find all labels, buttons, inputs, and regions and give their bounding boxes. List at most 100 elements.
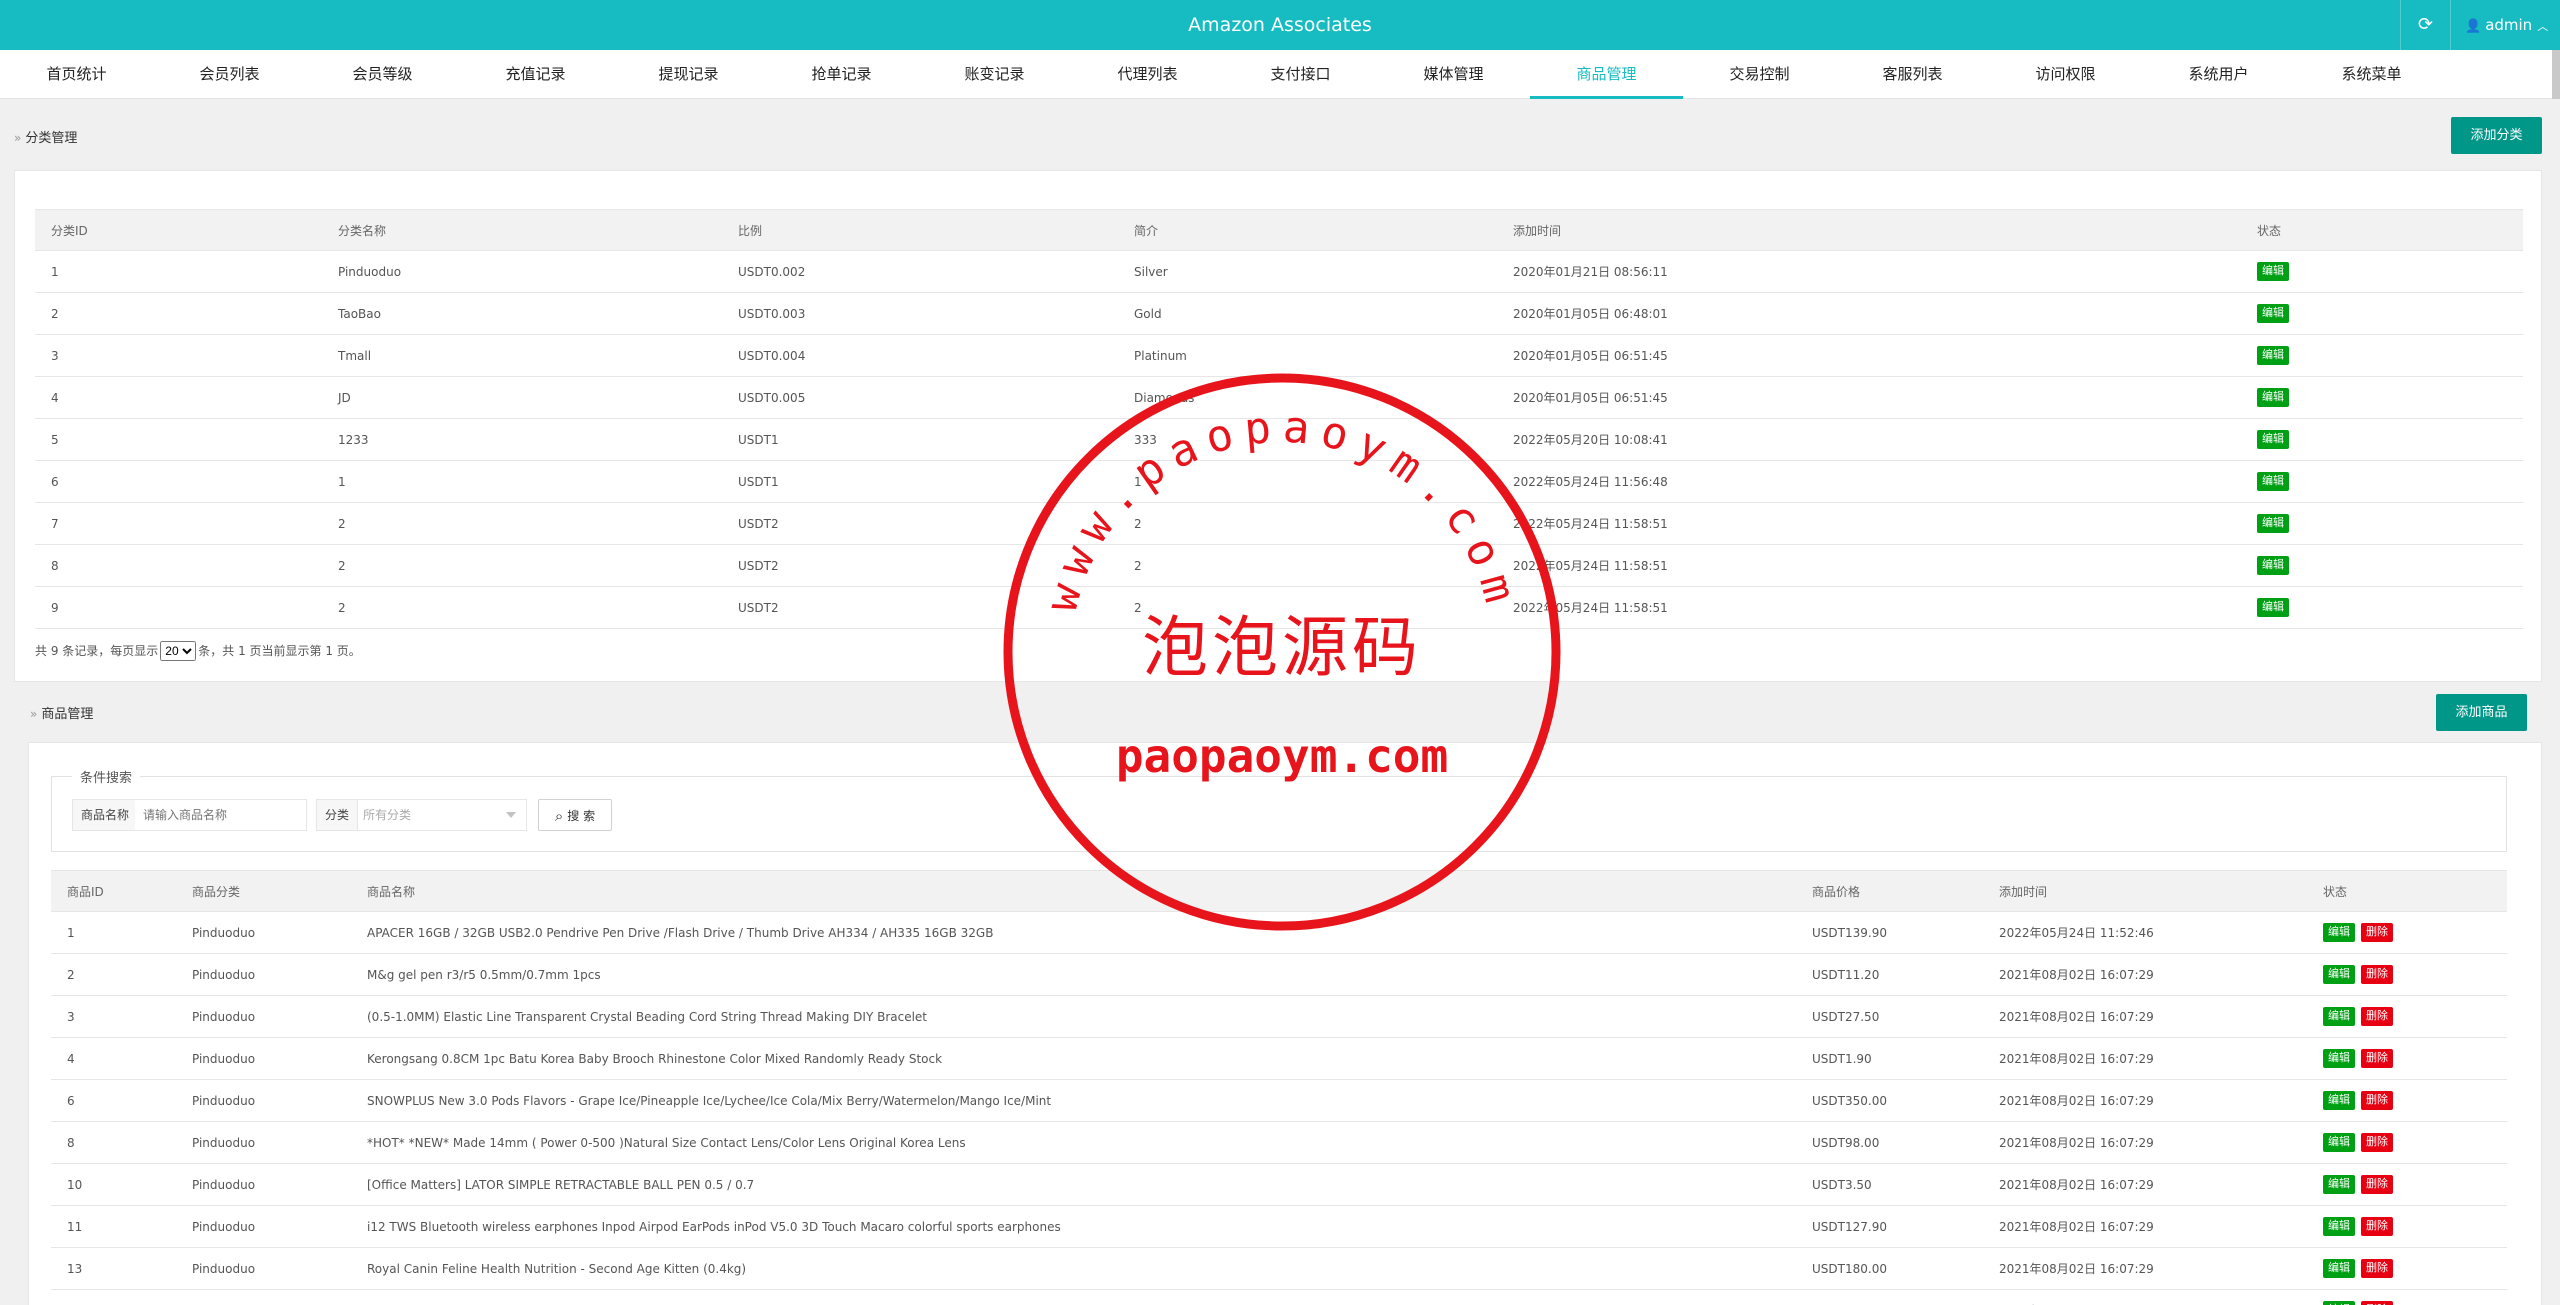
category-cell-ratio: USDT0.002	[722, 250, 1118, 293]
category-pager: 共 9 条记录，每页显示 20 条，共 1 页当前显示第 1 页。	[35, 641, 361, 661]
search-fieldset: 条件搜索 商品名称 分类 所有分类 ⌕搜 索	[51, 767, 2507, 852]
nav-item-3[interactable]: 充值记录	[459, 50, 612, 99]
edit-button[interactable]: 编辑	[2257, 262, 2289, 281]
app-title: Amazon Associates	[1188, 14, 1372, 36]
product-cell-id: 10	[51, 1163, 176, 1206]
edit-button[interactable]: 编辑	[2257, 304, 2289, 323]
product-cell-cat: Pinduoduo	[176, 911, 351, 954]
product-cell-status: 编辑删除	[2307, 1121, 2507, 1164]
product-cell-price: USDT127.90	[1796, 1205, 1983, 1248]
product-cell-time: 2021年08月02日 16:07:29	[1983, 1289, 2307, 1305]
nav-item-4[interactable]: 提现记录	[612, 50, 765, 99]
product-cell-status: 编辑删除	[2307, 1079, 2507, 1122]
delete-button[interactable]: 删除	[2361, 1007, 2393, 1026]
product-name-field: 商品名称	[72, 799, 307, 831]
nav-item-7[interactable]: 代理列表	[1071, 50, 1224, 99]
edit-button[interactable]: 编辑	[2323, 923, 2355, 942]
product-cell-status: 编辑删除	[2307, 995, 2507, 1038]
category-cell-intro: 333	[1118, 418, 1497, 461]
product-name-input[interactable]	[135, 800, 305, 830]
category-cell-name: 2	[322, 544, 722, 587]
category-cell-id: 8	[35, 544, 322, 587]
delete-button[interactable]: 删除	[2361, 1175, 2393, 1194]
product-section-title-text: 商品管理	[41, 707, 94, 722]
product-cell-id: 8	[51, 1121, 176, 1164]
edit-button[interactable]: 编辑	[2257, 388, 2289, 407]
delete-button[interactable]: 删除	[2361, 1217, 2393, 1236]
category-cell-ratio: USDT1	[722, 418, 1118, 461]
category-select-field[interactable]: 分类 所有分类	[316, 799, 527, 831]
product-cell-id: 13	[51, 1247, 176, 1290]
edit-button[interactable]: 编辑	[2257, 472, 2289, 491]
product-table: 商品ID 商品分类 商品名称 商品价格 添加时间 状态 1 Pinduoduo APACER …	[51, 870, 2507, 1305]
nav-item-0[interactable]: 首页统计	[0, 50, 153, 99]
product-cell-id: 4	[51, 1037, 176, 1080]
category-cell-ratio: USDT0.005	[722, 376, 1118, 419]
category-cell-intro: 2	[1118, 502, 1497, 545]
category-cell-status: 编辑	[2241, 376, 2523, 419]
top-bar: Amazon Associates ⟳ 👤 admin ︿	[0, 0, 2560, 50]
nav-item-13[interactable]: 访问权限	[1989, 50, 2142, 99]
edit-button[interactable]: 编辑	[2323, 1217, 2355, 1236]
category-cell-id: 7	[35, 502, 322, 545]
nav-scrollbar[interactable]	[2552, 50, 2560, 99]
edit-button[interactable]: 编辑	[2323, 1301, 2355, 1305]
edit-button[interactable]: 编辑	[2257, 556, 2289, 575]
table-row: 11 Pinduoduo i12 TWS Bluetooth wireless ea…	[51, 1205, 2507, 1248]
edit-button[interactable]: 编辑	[2257, 514, 2289, 533]
edit-button[interactable]: 编辑	[2257, 598, 2289, 617]
category-select-value: 所有分类	[363, 808, 412, 822]
category-table-header: 分类ID 分类名称 比例 简介 添加时间 状态	[35, 209, 2523, 251]
edit-button[interactable]: 编辑	[2323, 1091, 2355, 1110]
product-cell-name: (0.5-1.0MM) Elastic Line Transparent Cry…	[351, 995, 1796, 1038]
double-chevron-right-icon: »	[30, 707, 38, 721]
nav-item-15[interactable]: 系统菜单	[2295, 50, 2448, 99]
edit-button[interactable]: 编辑	[2257, 346, 2289, 365]
product-cell-cat: Pinduoduo	[176, 1079, 351, 1122]
edit-button[interactable]: 编辑	[2323, 965, 2355, 984]
edit-button[interactable]: 编辑	[2323, 1259, 2355, 1278]
nav-item-5[interactable]: 抢单记录	[765, 50, 918, 99]
product-column-header: 商品分类	[176, 870, 351, 912]
table-row: 6 1 USDT1 1 2022年05月24日 11:56:48 编辑	[35, 460, 2523, 503]
edit-button[interactable]: 编辑	[2323, 1007, 2355, 1026]
refresh-icon[interactable]: ⟳	[2400, 0, 2450, 50]
user-menu[interactable]: 👤 admin ︿	[2450, 0, 2560, 50]
nav-item-14[interactable]: 系统用户	[2142, 50, 2295, 99]
nav-item-6[interactable]: 账变记录	[918, 50, 1071, 99]
product-cell-status: 编辑删除	[2307, 1163, 2507, 1206]
table-row: 2 Pinduoduo M&g gel pen r3/r5 0.5mm/0.7mm …	[51, 953, 2507, 996]
product-cell-cat: Pinduoduo	[176, 1163, 351, 1206]
category-column-header: 分类ID	[35, 209, 322, 251]
product-column-header: 商品ID	[51, 870, 176, 912]
edit-button[interactable]: 编辑	[2323, 1049, 2355, 1068]
add-product-button[interactable]: 添加商品	[2436, 694, 2527, 731]
edit-button[interactable]: 编辑	[2323, 1133, 2355, 1152]
nav-item-9[interactable]: 媒体管理	[1377, 50, 1530, 99]
edit-button[interactable]: 编辑	[2323, 1175, 2355, 1194]
product-cell-name: *Hot Sales* Macaron Bluetooth Earpod InP…	[351, 1289, 1796, 1305]
product-cell-status: 编辑删除	[2307, 1205, 2507, 1248]
nav-item-10[interactable]: 商品管理	[1530, 50, 1683, 99]
delete-button[interactable]: 删除	[2361, 1049, 2393, 1068]
nav-item-2[interactable]: 会员等级	[306, 50, 459, 99]
category-cell-time: 2022年05月24日 11:56:48	[1497, 460, 2241, 503]
edit-button[interactable]: 编辑	[2257, 430, 2289, 449]
delete-button[interactable]: 删除	[2361, 965, 2393, 984]
category-cell-time: 2022年05月24日 11:58:51	[1497, 502, 2241, 545]
delete-button[interactable]: 删除	[2361, 923, 2393, 942]
search-button[interactable]: ⌕ 搜 索	[538, 799, 612, 831]
delete-button[interactable]: 删除	[2361, 1259, 2393, 1278]
delete-button[interactable]: 删除	[2361, 1133, 2393, 1152]
nav-item-12[interactable]: 客服列表	[1836, 50, 1989, 99]
nav-item-8[interactable]: 支付接口	[1224, 50, 1377, 99]
nav-item-11[interactable]: 交易控制	[1683, 50, 1836, 99]
delete-button[interactable]: 删除	[2361, 1301, 2393, 1305]
page-size-select[interactable]: 20	[160, 641, 197, 661]
category-column-header: 分类名称	[322, 209, 722, 251]
category-cell-time: 2020年01月21日 08:56:11	[1497, 250, 2241, 293]
add-category-button[interactable]: 添加分类	[2451, 117, 2542, 154]
product-cell-id: 2	[51, 953, 176, 996]
delete-button[interactable]: 删除	[2361, 1091, 2393, 1110]
nav-item-1[interactable]: 会员列表	[153, 50, 306, 99]
